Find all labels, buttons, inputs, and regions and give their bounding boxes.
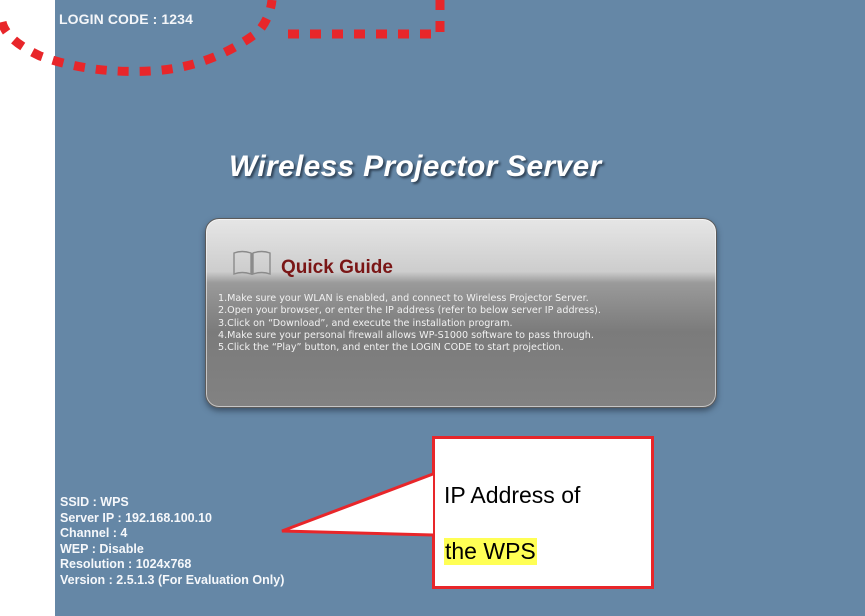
quick-guide-title: Quick Guide [281, 257, 393, 278]
callout-text-line1: IP Address of [444, 482, 581, 508]
guide-step: 2.Open your browser, or enter the IP add… [218, 305, 601, 317]
version-label: Version : 2.5.1.3 (For Evaluation Only) [60, 572, 285, 587]
callout-text-line2: the WPS [444, 538, 537, 565]
ssid-label: SSID : WPS [60, 495, 129, 509]
server-ip-label: Server IP : 192.168.100.10 [60, 510, 212, 525]
server-info-list: SSID : WPS Server IP : 192.168.100.10 Ch… [60, 495, 284, 589]
ip-address-callout-box [432, 436, 654, 589]
open-book-icon [232, 250, 272, 276]
page: LOGIN CODE : 1234 Wireless Projector Ser… [0, 0, 865, 616]
guide-step: 4.Make sure your personal firewall allow… [218, 329, 594, 341]
wep-label: WEP : Disable [60, 541, 144, 556]
channel-label: Channel : 4 [60, 526, 128, 541]
page-title: Wireless Projector Server [229, 150, 602, 183]
resolution-label: Resolution : 1024x768 [60, 557, 192, 572]
guide-step: 1.Make sure your WLAN is enabled, and co… [218, 293, 589, 304]
quick-guide-steps: 1.Make sure your WLAN is enabled, and co… [218, 293, 601, 354]
quick-guide-panel: Quick Guide 1.Make sure your WLAN is ena… [205, 218, 717, 408]
guide-step: 5.Click the “Play” button, and enter the… [218, 342, 564, 354]
login-code-label: LOGIN CODE : 1234 [59, 11, 193, 27]
guide-step: 3.Click on “Download”, and execute the i… [218, 317, 513, 329]
